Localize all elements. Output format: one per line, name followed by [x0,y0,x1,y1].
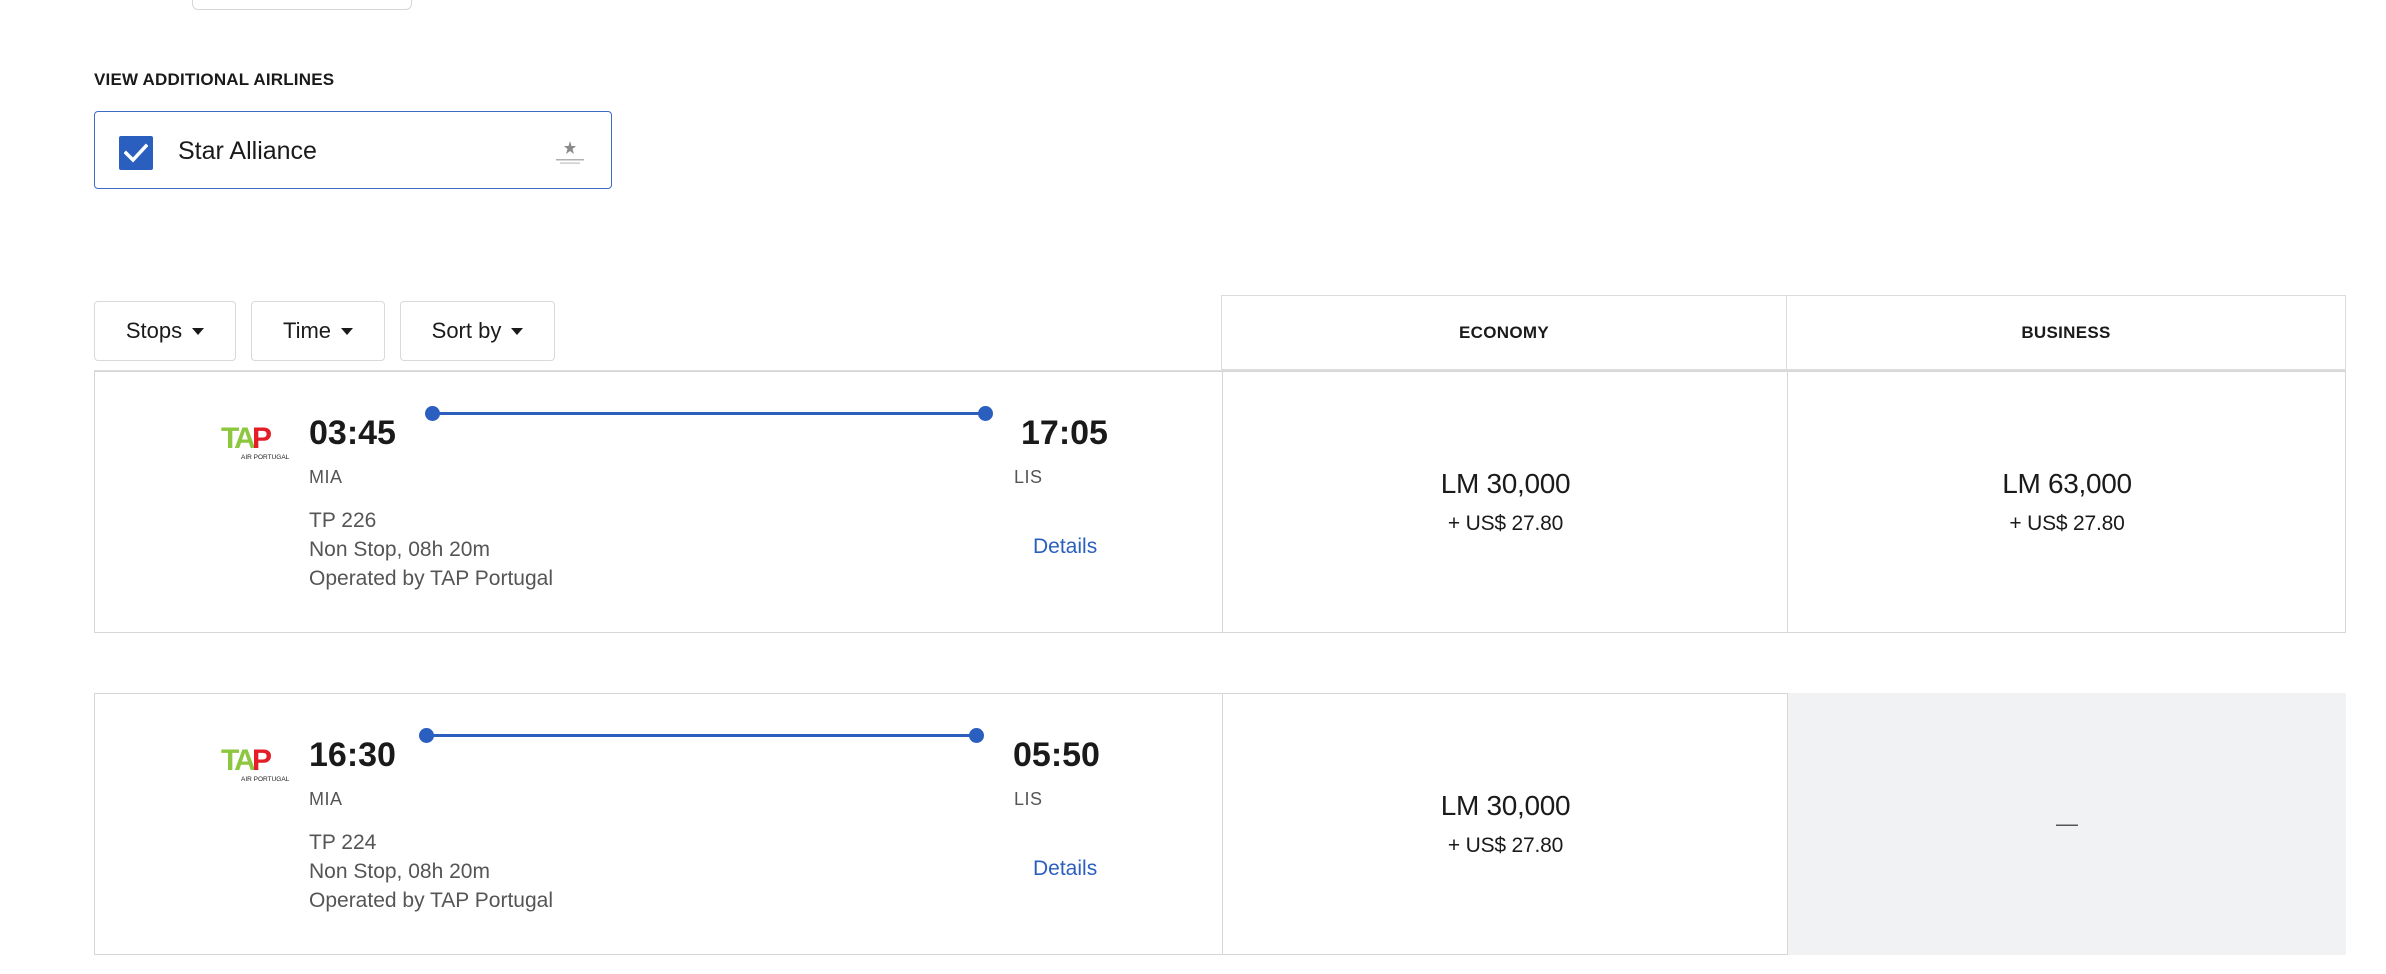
business-taxes: + US$ 27.80 [2009,512,2125,535]
departure-airport: MIA [309,789,343,809]
chevron-down-icon [341,327,354,335]
svg-text:AIR PORTUGAL: AIR PORTUGAL [241,776,290,783]
economy-miles: LM 30,000 [1440,790,1571,821]
stops-filter-button[interactable]: Stops [94,301,236,361]
star-alliance-label: Star Alliance [178,137,317,165]
star-alliance-option[interactable]: Star Alliance [94,111,612,189]
route-destination-dot [978,406,993,421]
tap-air-portugal-logo-icon: TA P AIR PORTUGAL [221,744,290,783]
economy-header-label: ECONOMY [1459,322,1549,342]
details-link[interactable]: Details [1033,857,1097,881]
departure-airport: MIA [309,467,343,487]
flight-info: TA P AIR PORTUGAL 16:30 MIA 05:50 LIS TP… [95,694,1222,954]
flight-result-row[interactable]: TA P AIR PORTUGAL 03:45 MIA 17:05 LIS TP… [94,371,2346,633]
flight-meta: TP 226 Non Stop, 08h 20m Operated by TAP… [309,506,553,593]
route-line [432,412,985,415]
route-destination-dot [969,728,984,743]
business-column-header: BUSINESS [1786,295,2346,370]
economy-column-header: ECONOMY [1221,295,1787,370]
arrival-airport: LIS [1014,789,1043,809]
unavailable-dash: — [2056,811,2078,836]
economy-fare-cell[interactable]: LM 30,000 + US$ 27.80 [1222,371,1788,633]
flight-result-row[interactable]: TA P AIR PORTUGAL 16:30 MIA 05:50 LIS TP… [94,693,2346,955]
flight-number: TP 224 [309,831,377,854]
svg-text:P: P [252,744,272,777]
svg-text:P: P [252,422,272,455]
flight-meta: TP 224 Non Stop, 08h 20m Operated by TAP… [309,828,553,915]
svg-text:TA: TA [221,422,255,455]
arrival-time: 05:50 [1013,736,1100,774]
details-link[interactable]: Details [1033,535,1097,559]
flight-number: TP 226 [309,509,377,532]
chevron-down-icon [192,327,205,335]
economy-fare-cell[interactable]: LM 30,000 + US$ 27.80 [1222,693,1788,955]
flight-info: TA P AIR PORTUGAL 03:45 MIA 17:05 LIS TP… [95,372,1222,632]
star-alliance-logo-icon [556,141,584,164]
business-fare-cell[interactable]: LM 63,000 + US$ 27.80 [1787,371,2346,633]
business-header-label: BUSINESS [2021,322,2111,342]
chevron-down-icon [511,327,524,335]
checkmark-icon [124,143,148,163]
svg-text:AIR PORTUGAL: AIR PORTUGAL [241,454,290,461]
flight-duration: Non Stop, 08h 20m [309,860,490,883]
departure-time: 03:45 [309,414,396,452]
arrival-airport: LIS [1014,467,1043,487]
time-filter-label: Time [282,318,332,343]
departure-time: 16:30 [309,736,396,774]
stops-filter-label: Stops [125,318,183,343]
economy-miles: LM 30,000 [1440,468,1571,499]
route-line [426,734,976,737]
business-miles: LM 63,000 [2002,468,2132,499]
additional-airlines-heading: VIEW ADDITIONAL AIRLINES [94,70,335,89]
svg-text:TA: TA [221,744,255,777]
tap-air-portugal-logo-icon: TA P AIR PORTUGAL [221,422,290,461]
flight-duration: Non Stop, 08h 20m [309,538,490,561]
star-alliance-checkbox[interactable] [119,136,153,170]
arrival-time: 17:05 [1021,414,1108,452]
search-field-partial[interactable] [192,0,412,10]
sort-by-button[interactable]: Sort by [400,301,555,361]
operated-by: Operated by TAP Portugal [309,889,553,912]
economy-taxes: + US$ 27.80 [1447,834,1564,857]
operated-by: Operated by TAP Portugal [309,567,553,590]
economy-taxes: + US$ 27.80 [1447,512,1564,535]
time-filter-button[interactable]: Time [251,301,385,361]
sort-by-label: Sort by [431,318,502,343]
business-fare-cell-unavailable: — [1787,693,2346,955]
